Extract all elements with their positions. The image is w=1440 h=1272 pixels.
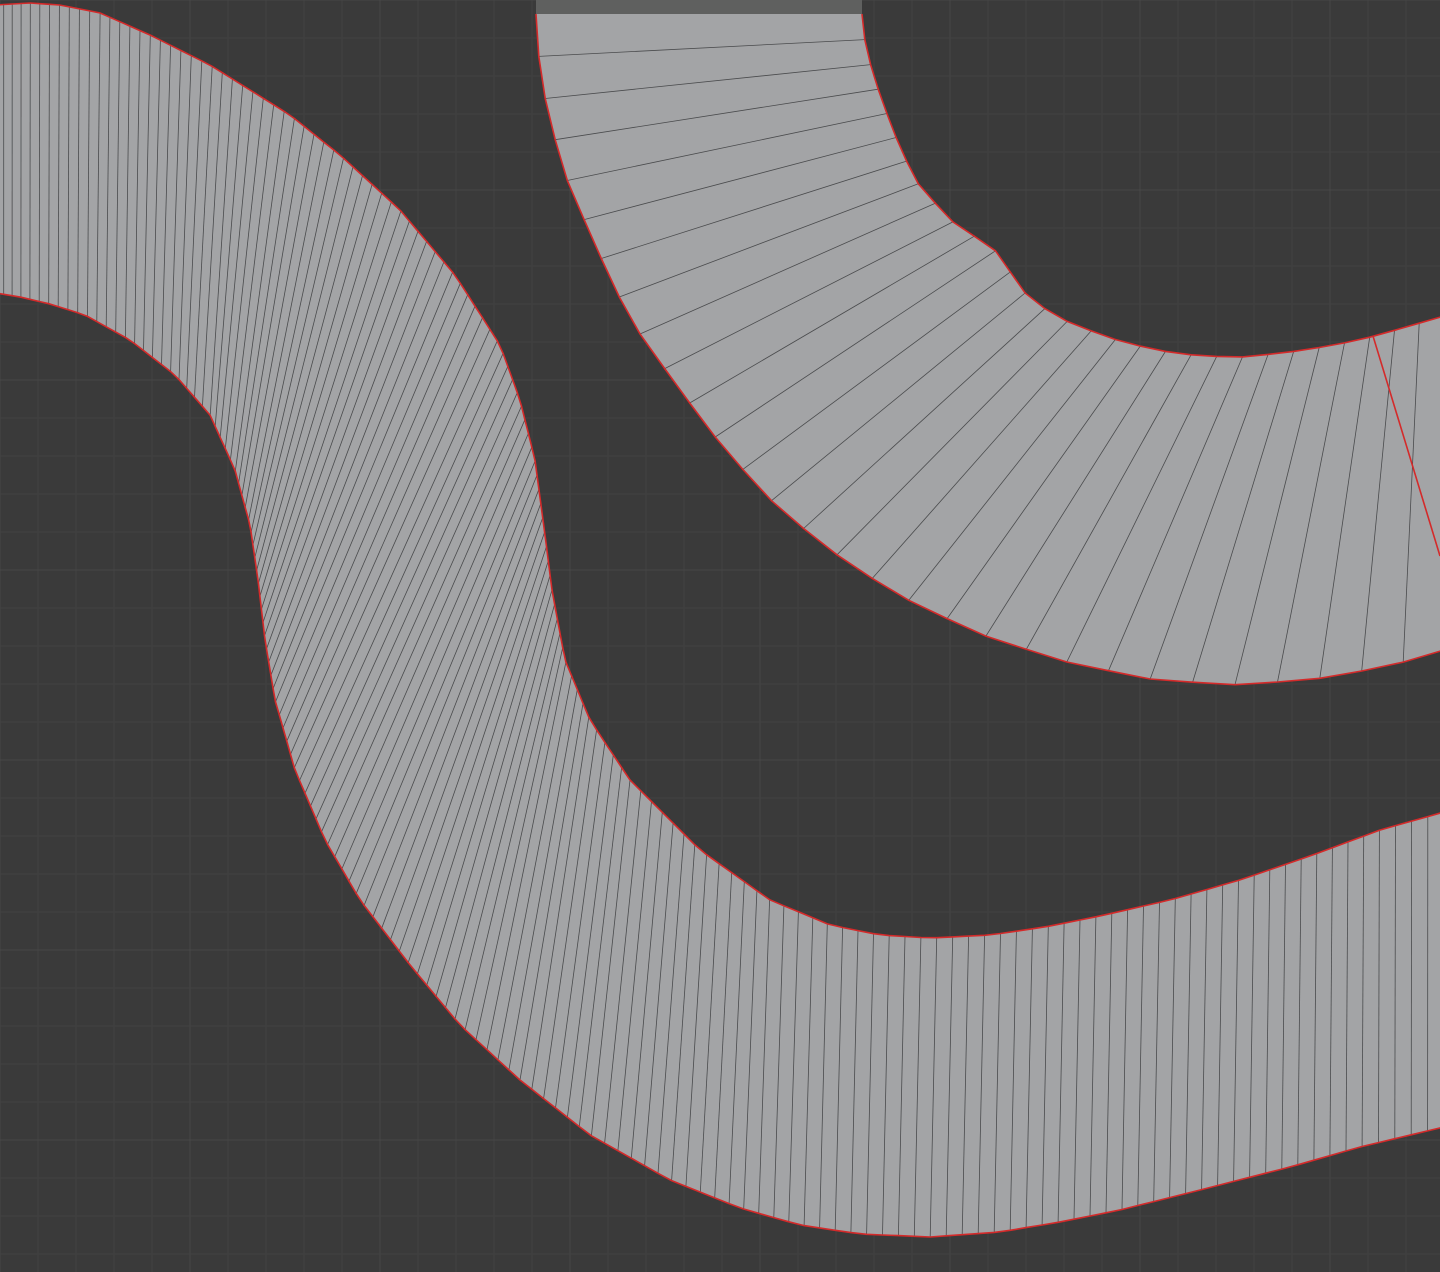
3d-viewport[interactable]: [0, 0, 1440, 1272]
viewport-canvas[interactable]: [0, 0, 1440, 1272]
mesh-arc-strip-cap: [536, 0, 862, 14]
